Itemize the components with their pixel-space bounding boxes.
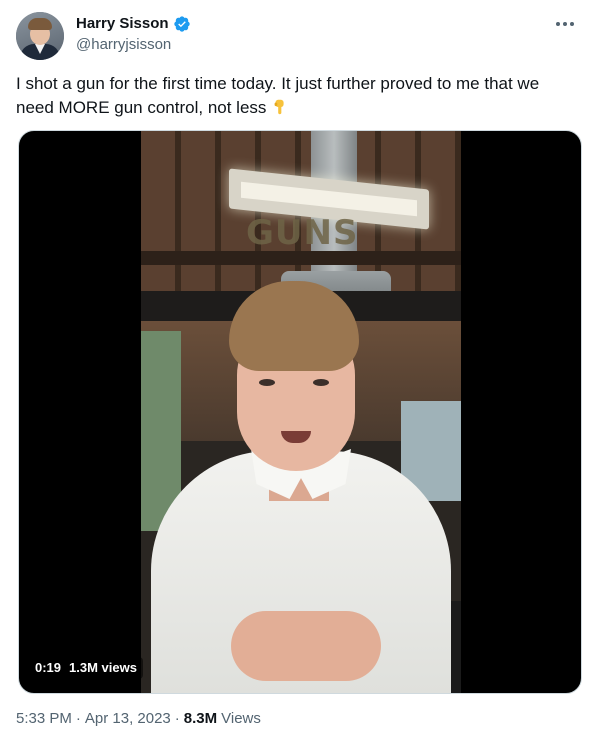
video-views: 1.3M views xyxy=(69,660,137,675)
views-label: Views xyxy=(221,710,261,727)
pointing-down-hand-icon xyxy=(271,98,289,116)
tweet-meta: 5:33 PM · Apr 13, 2023 · 8.3M Views xyxy=(16,709,261,729)
video-duration: 0:19 xyxy=(35,660,62,675)
tweet: Harry Sisson @harryjsisson I shot a gun … xyxy=(0,0,592,733)
video-stats-badge: 0:19 1.3M views xyxy=(29,657,143,679)
author-name-row: Harry Sisson xyxy=(76,14,191,34)
more-options-icon[interactable] xyxy=(550,14,580,34)
avatar[interactable] xyxy=(16,12,64,60)
verified-badge-icon xyxy=(173,15,191,33)
display-name[interactable]: Harry Sisson xyxy=(76,14,169,34)
author-handle[interactable]: @harryjsisson xyxy=(76,35,171,55)
tweet-time[interactable]: 5:33 PM xyxy=(16,709,72,729)
meta-separator: · xyxy=(75,710,81,727)
video-player[interactable]: GUNS 0:19 1.3M views xyxy=(18,130,582,694)
person-in-video xyxy=(141,131,461,693)
tweet-text: I shot a gun for the first time today. I… xyxy=(16,72,576,120)
tweet-date[interactable]: Apr 13, 2023 xyxy=(85,709,171,729)
video-frame: GUNS xyxy=(141,131,461,693)
meta-separator-2: · xyxy=(174,710,180,727)
views-count[interactable]: 8.3M xyxy=(184,709,217,729)
